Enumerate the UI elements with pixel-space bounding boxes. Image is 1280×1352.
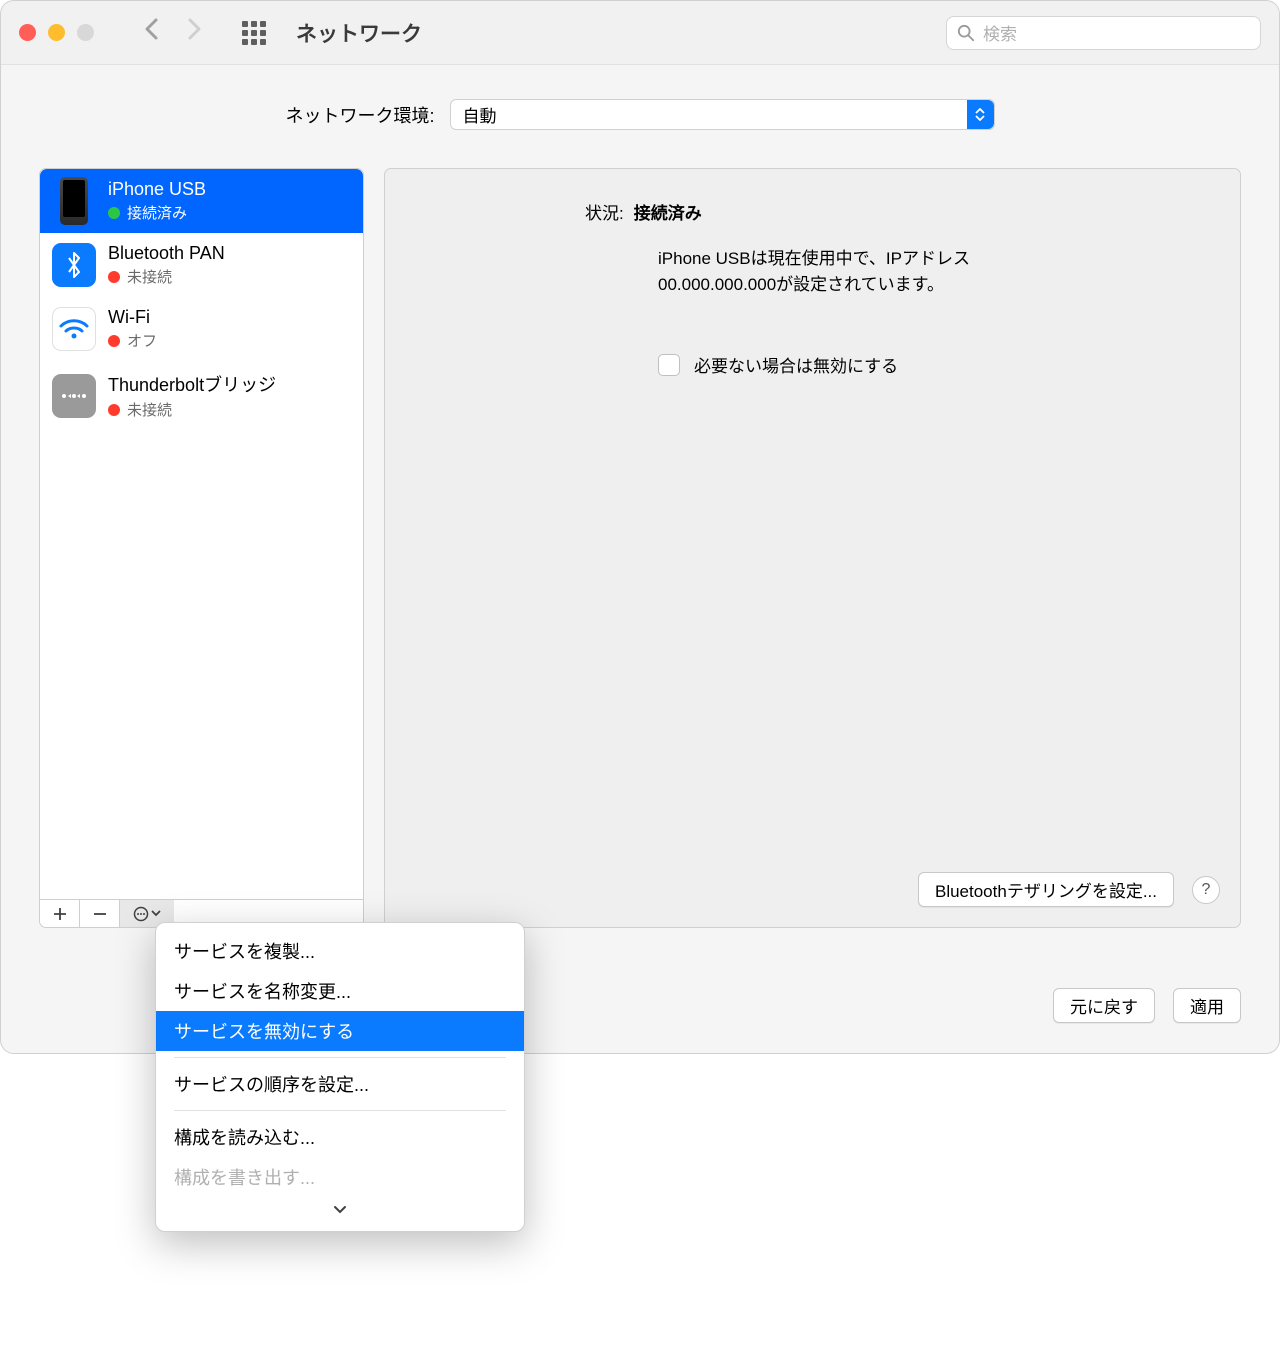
minimize-window-button[interactable] bbox=[48, 24, 65, 41]
bluetooth-tethering-setup-button[interactable]: Bluetoothテザリングを設定... bbox=[918, 872, 1174, 907]
status-dot-icon bbox=[108, 207, 120, 219]
thunderbolt-icon bbox=[52, 374, 96, 418]
bluetooth-icon bbox=[52, 243, 96, 287]
zoom-window-button bbox=[77, 24, 94, 41]
location-label: ネットワーク環境: bbox=[285, 102, 434, 128]
apply-button[interactable]: 適用 bbox=[1173, 988, 1241, 1023]
menu-set-service-order[interactable]: サービスの順序を設定... bbox=[156, 1064, 524, 1104]
service-item-wifi[interactable]: Wi-Fi オフ bbox=[40, 297, 363, 361]
select-stepper-icon bbox=[967, 100, 994, 129]
content-area: ネットワーク環境: 自動 iPhone USB 接続済み bbox=[1, 65, 1279, 1053]
service-name: iPhone USB bbox=[108, 179, 206, 200]
revert-button[interactable]: 元に戻す bbox=[1053, 988, 1155, 1023]
status-label: 状況: bbox=[585, 199, 624, 224]
menu-separator bbox=[174, 1110, 506, 1111]
help-button[interactable]: ? bbox=[1192, 876, 1220, 904]
location-value: 自動 bbox=[463, 102, 497, 127]
chevron-down-icon bbox=[333, 1205, 347, 1214]
titlebar: ネットワーク 検索 bbox=[1, 1, 1279, 65]
iphone-icon bbox=[52, 179, 96, 223]
forward-button[interactable] bbox=[188, 18, 202, 47]
menu-import-config[interactable]: 構成を読み込む... bbox=[156, 1117, 524, 1157]
chevron-down-icon bbox=[151, 910, 161, 917]
status-dot-icon bbox=[108, 271, 120, 283]
traffic-lights bbox=[19, 24, 94, 41]
menu-disable-service[interactable]: サービスを無効にする bbox=[156, 1011, 524, 1051]
status-value: 接続済み bbox=[634, 199, 702, 224]
menu-export-config: 構成を書き出す... bbox=[156, 1157, 524, 1197]
network-preferences-window: ネットワーク 検索 ネットワーク環境: 自動 bbox=[0, 0, 1280, 1054]
menu-scroll-indicator bbox=[156, 1197, 524, 1223]
service-name: Wi-Fi bbox=[108, 307, 157, 328]
add-service-button[interactable] bbox=[40, 900, 80, 927]
ellipsis-circle-icon bbox=[133, 906, 149, 922]
service-sidebar: iPhone USB 接続済み Bluetooth PAN 未接続 bbox=[39, 168, 364, 928]
menu-rename-service[interactable]: サービスを名称変更... bbox=[156, 971, 524, 1011]
service-item-bluetooth-pan[interactable]: Bluetooth PAN 未接続 bbox=[40, 233, 363, 297]
service-details: 状況: 接続済み iPhone USBは現在使用中で、IPアドレス00.000.… bbox=[384, 168, 1241, 928]
status-description: iPhone USBは現在使用中で、IPアドレス00.000.000.000が設… bbox=[658, 246, 1058, 297]
search-placeholder: 検索 bbox=[983, 20, 1017, 45]
disable-if-not-needed-checkbox[interactable] bbox=[658, 354, 680, 376]
wifi-icon bbox=[52, 307, 96, 351]
service-name: Bluetooth PAN bbox=[108, 243, 225, 264]
menu-separator bbox=[174, 1057, 506, 1058]
window-title: ネットワーク bbox=[296, 18, 422, 48]
status-dot-icon bbox=[108, 335, 120, 347]
service-actions-menu: サービスを複製... サービスを名称変更... サービスを無効にする サービスの… bbox=[155, 922, 525, 1232]
nav-buttons bbox=[144, 18, 202, 47]
service-list: iPhone USB 接続済み Bluetooth PAN 未接続 bbox=[40, 169, 363, 899]
location-select[interactable]: 自動 bbox=[450, 99, 995, 130]
service-item-thunderbolt-bridge[interactable]: Thunderboltブリッジ 未接続 bbox=[40, 361, 363, 430]
service-item-iphone-usb[interactable]: iPhone USB 接続済み bbox=[40, 169, 363, 233]
remove-service-button[interactable] bbox=[80, 900, 120, 927]
close-window-button[interactable] bbox=[19, 24, 36, 41]
checkbox-label: 必要ない場合は無効にする bbox=[694, 352, 898, 377]
location-row: ネットワーク環境: 自動 bbox=[39, 99, 1241, 130]
search-field[interactable]: 検索 bbox=[946, 16, 1261, 50]
status-dot-icon bbox=[108, 404, 120, 416]
menu-duplicate-service[interactable]: サービスを複製... bbox=[156, 931, 524, 971]
search-icon bbox=[957, 24, 975, 42]
show-all-button[interactable] bbox=[242, 21, 266, 45]
back-button[interactable] bbox=[144, 18, 158, 47]
service-name: Thunderboltブリッジ bbox=[108, 371, 276, 397]
